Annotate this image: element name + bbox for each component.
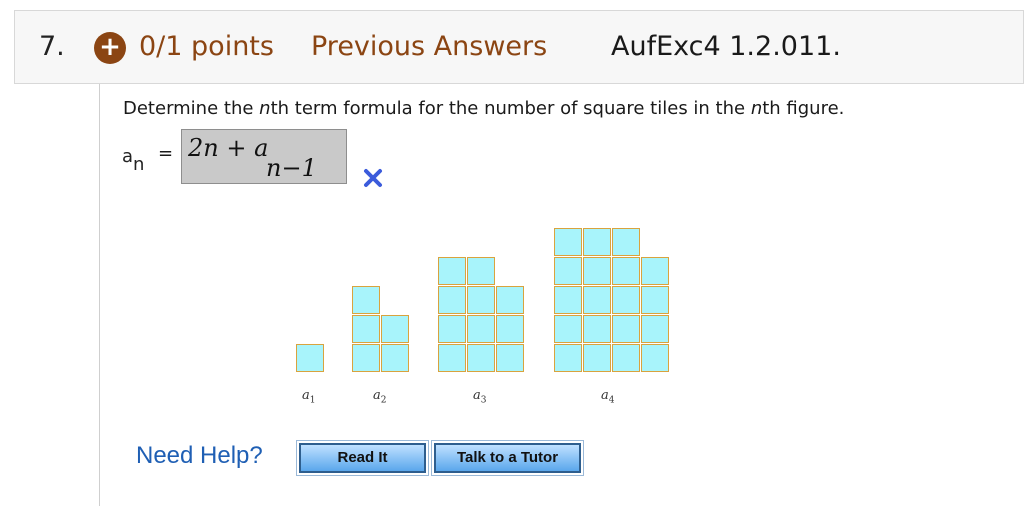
question-text: Determine the nth term formula for the n… [123, 98, 844, 119]
tile-square [381, 344, 409, 372]
tile-square [583, 315, 611, 343]
tile-square [583, 228, 611, 256]
question-text-suffix: th figure. [762, 98, 845, 119]
points-link[interactable]: 0/1 points [139, 31, 274, 62]
tile-square [612, 228, 640, 256]
figure-label: a2 [373, 388, 387, 406]
tile-square [612, 315, 640, 343]
tile-square [438, 344, 466, 372]
tile-square [438, 315, 466, 343]
answer-expression-subscript: n−1 [266, 154, 317, 182]
tile-square [496, 286, 524, 314]
question-number: 7. [39, 31, 65, 62]
read-it-button[interactable]: Read It [296, 440, 429, 476]
answer-label-n: n [133, 154, 145, 175]
tile-square [352, 315, 380, 343]
figure-label: a1 [302, 388, 316, 406]
figure-label: a4 [601, 388, 615, 406]
talk-to-tutor-button[interactable]: Talk to a Tutor [431, 440, 584, 476]
answer-input[interactable]: 2n + a n−1 [181, 129, 347, 184]
tile-square [641, 315, 669, 343]
tile-square [467, 344, 495, 372]
question-n-var: n [259, 98, 271, 119]
tile-square [496, 344, 524, 372]
tile-square [583, 344, 611, 372]
tile-square [554, 228, 582, 256]
question-code: AufExc4 1.2.011. [611, 31, 841, 62]
tile-square [612, 257, 640, 285]
tile-square [554, 286, 582, 314]
tile-square [641, 286, 669, 314]
tile-square [438, 286, 466, 314]
tile-square [438, 257, 466, 285]
question-header: 7. + 0/1 points Previous Answers AufExc4… [14, 10, 1024, 84]
answer-label-a: a [122, 146, 134, 167]
tile-square [467, 286, 495, 314]
incorrect-x-icon [364, 169, 382, 187]
tile-square [352, 344, 380, 372]
question-n-var-2: n [750, 98, 763, 119]
tile-square [381, 315, 409, 343]
previous-answers-link[interactable]: Previous Answers [311, 31, 547, 62]
question-text-middle: th term formula for the number of square… [270, 98, 751, 119]
tile-square [496, 315, 524, 343]
tile-square [583, 286, 611, 314]
tile-square [583, 257, 611, 285]
tile-square [352, 286, 380, 314]
answer-label: an [122, 146, 144, 175]
tile-square [641, 257, 669, 285]
tile-square [612, 286, 640, 314]
tile-square [296, 344, 324, 372]
tile-square [467, 315, 495, 343]
tile-square [554, 257, 582, 285]
tile-square [641, 344, 669, 372]
expand-plus-icon[interactable]: + [94, 32, 126, 64]
tile-square [612, 344, 640, 372]
figure-label: a3 [473, 388, 487, 406]
content-divider [99, 84, 100, 506]
question-text-prefix: Determine the [123, 98, 260, 119]
answer-expression: 2n + a [188, 134, 269, 162]
tile-square [554, 344, 582, 372]
need-help-label: Need Help? [136, 442, 263, 469]
tile-square [467, 257, 495, 285]
tile-square [554, 315, 582, 343]
equals-sign: = [158, 143, 174, 164]
